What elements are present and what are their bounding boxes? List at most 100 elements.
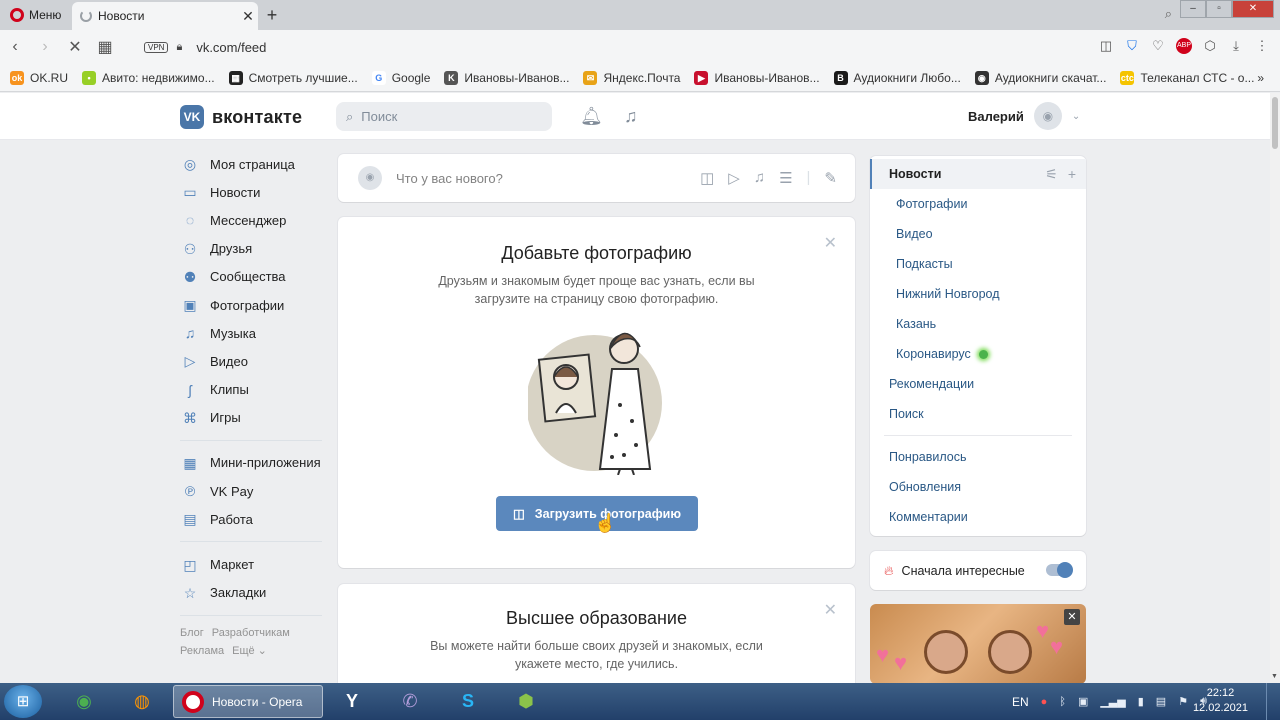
device-icon[interactable]: ▣: [1078, 695, 1088, 708]
poster-icon[interactable]: ✎: [824, 169, 837, 187]
tab-news[interactable]: Новости ✕: [72, 2, 258, 30]
close-window-button[interactable]: ✕: [1232, 0, 1274, 18]
feed-filter-item[interactable]: Комментарии: [870, 502, 1086, 532]
url-field[interactable]: vk.com/feed: [196, 40, 266, 55]
sidebar-item[interactable]: ⚉ Сообщества: [180, 263, 325, 291]
close-icon[interactable]: ✕: [824, 233, 837, 253]
sidebar-item[interactable]: ◌ Мессенджер: [180, 206, 325, 234]
search-input[interactable]: ⌕ Поиск: [336, 102, 552, 131]
sidebar-item[interactable]: ʃ Клипы: [180, 376, 325, 404]
signal-icon[interactable]: ▁▃▅: [1100, 695, 1125, 708]
sidebar-item[interactable]: ⚇ Друзья: [180, 235, 325, 263]
bookmark-item[interactable]: ok OK.RU: [10, 70, 68, 85]
bookmarks-overflow-button[interactable]: »: [1257, 71, 1264, 85]
chrome-app-icon[interactable]: ◉: [60, 686, 108, 717]
bluetooth-icon[interactable]: ᛒ: [1059, 696, 1066, 708]
new-tab-button[interactable]: +: [262, 4, 282, 26]
promo-banner[interactable]: ♥ ♥ ♥ ♥ ✕: [870, 604, 1086, 684]
music-icon[interactable]: ♫: [624, 106, 638, 127]
menu-dots-icon[interactable]: ⋮: [1254, 38, 1270, 54]
bookmark-item[interactable]: B Аудиокниги Любо...: [833, 70, 961, 85]
bookmark-item[interactable]: ▶ Ивановы-Иванов...: [694, 70, 820, 85]
vpn-badge[interactable]: VPN: [144, 41, 169, 53]
tab-close-icon[interactable]: ✕: [238, 8, 258, 25]
app-shield-icon[interactable]: ⬢: [502, 686, 550, 717]
firefox-app-icon[interactable]: ◍: [118, 686, 166, 717]
bookmark-item[interactable]: ▦ Смотреть лучшие...: [228, 70, 358, 85]
record-icon[interactable]: ●: [1041, 696, 1048, 708]
filter-news[interactable]: Новости ⚟ +: [870, 159, 1086, 189]
close-icon[interactable]: ✕: [824, 600, 837, 620]
scrollbar-thumb[interactable]: [1272, 97, 1278, 149]
sidebar-item[interactable]: ◰ Маркет: [180, 550, 325, 578]
sidebar-item[interactable]: ℗ VK Pay: [180, 477, 325, 505]
stop-icon[interactable]: ✕: [60, 37, 90, 57]
tab-search-icon[interactable]: ⌕: [1165, 6, 1172, 22]
maximize-button[interactable]: ▫: [1206, 0, 1232, 18]
footer-ads-link[interactable]: Реклама: [180, 645, 224, 657]
sidebar-item[interactable]: ▤ Работа: [180, 505, 325, 533]
sidebar-item[interactable]: ♫ Музыка: [180, 319, 325, 347]
battery-icon[interactable]: ▮: [1138, 695, 1144, 708]
language-indicator[interactable]: EN: [1012, 695, 1029, 709]
bookmark-item[interactable]: ctc Телеканал СТС - о...: [1120, 70, 1254, 85]
vk-logo[interactable]: VK вконтакте: [180, 105, 302, 129]
skype-app-icon[interactable]: S: [444, 686, 492, 717]
feed-filter-item[interactable]: Понравилось: [870, 442, 1086, 472]
camera-icon[interactable]: ◫: [700, 169, 714, 187]
sidebar-item[interactable]: ▣ Фотографии: [180, 291, 325, 319]
forward-icon[interactable]: ›: [30, 38, 60, 56]
bookmark-item[interactable]: G Google: [371, 70, 430, 85]
toggle-switch[interactable]: [1046, 562, 1073, 578]
bookmark-item[interactable]: • Авито: недвижимо...: [82, 70, 215, 85]
clock[interactable]: 22:12 12.02.2021: [1193, 686, 1248, 716]
feed-filter-item[interactable]: Обновления: [870, 472, 1086, 502]
opera-menu-button[interactable]: Меню: [0, 0, 70, 30]
bookmark-item[interactable]: ✉ Яндекс.Почта: [583, 70, 680, 85]
new-post-box[interactable]: ◉ Что у вас нового? ◫ ▷ ♫ ☰ | ✎: [338, 154, 855, 202]
music-note-icon[interactable]: ♫: [754, 169, 765, 187]
user-menu[interactable]: Валерий ◉ ⌄: [968, 102, 1080, 130]
minimize-button[interactable]: –: [1180, 0, 1206, 18]
viber-app-icon[interactable]: ✆: [386, 686, 434, 717]
bookmark-item[interactable]: K Ивановы-Иванов...: [444, 70, 569, 85]
feed-filter-item[interactable]: Видео: [870, 219, 1086, 249]
sidebar-item[interactable]: ⌘ Игры: [180, 404, 325, 432]
bell-icon[interactable]: 🔔︎: [580, 106, 603, 127]
heart-icon[interactable]: ♡: [1150, 38, 1166, 54]
adblock-icon[interactable]: ABP: [1176, 38, 1192, 54]
bookmark-item[interactable]: ◉ Аудиокниги скачат...: [974, 70, 1106, 85]
flag-icon[interactable]: ⚑: [1178, 695, 1188, 708]
app-tray-icon[interactable]: ▤: [1156, 695, 1166, 708]
sidebar-item[interactable]: ▭ Новости: [180, 178, 325, 206]
feed-filter-item[interactable]: Коронавирус: [870, 339, 1086, 369]
download-icon[interactable]: ⤓: [1228, 38, 1244, 54]
footer-dev-link[interactable]: Разработчикам: [212, 627, 290, 639]
feed-filter-item[interactable]: Фотографии: [870, 189, 1086, 219]
sidebar-item[interactable]: ▦ Мини-приложения: [180, 449, 325, 477]
promo-close-icon[interactable]: ✕: [1064, 609, 1080, 625]
footer-more-link[interactable]: Ещё ⌄: [232, 645, 267, 657]
footer-blog-link[interactable]: Блог: [180, 627, 204, 639]
snapshot-icon[interactable]: ◫: [1098, 38, 1114, 54]
yandex-app-icon[interactable]: Y: [328, 686, 376, 717]
sidebar-item[interactable]: ◎ Моя страница: [180, 150, 325, 178]
cube-icon[interactable]: ⬡: [1202, 38, 1218, 54]
feed-filter-item[interactable]: Подкасты: [870, 249, 1086, 279]
lock-icon[interactable]: 🔒︎: [176, 41, 182, 54]
settings-sliders-icon[interactable]: ⚟: [1045, 159, 1058, 189]
show-desktop-button[interactable]: [1266, 683, 1280, 720]
video-icon[interactable]: ▷: [728, 169, 740, 187]
page-scrollbar[interactable]: ▼: [1270, 93, 1280, 683]
sidebar-item[interactable]: ▷ Видео: [180, 347, 325, 375]
start-button[interactable]: ⊞: [4, 685, 42, 718]
interesting-first-toggle[interactable]: 🔥︎ Сначала интересные: [870, 551, 1086, 590]
back-icon[interactable]: ‹: [0, 38, 30, 56]
shield-icon[interactable]: ⛉: [1124, 38, 1140, 54]
feed-filter-item[interactable]: Поиск: [870, 399, 1086, 429]
sidebar-item[interactable]: ☆ Закладки: [180, 579, 325, 607]
feed-filter-item[interactable]: Казань: [870, 309, 1086, 339]
speed-dial-icon[interactable]: ▦: [90, 37, 120, 57]
opera-taskbar-button[interactable]: Новости - Opera: [173, 685, 323, 718]
feed-filter-item[interactable]: Рекомендации: [870, 369, 1086, 399]
